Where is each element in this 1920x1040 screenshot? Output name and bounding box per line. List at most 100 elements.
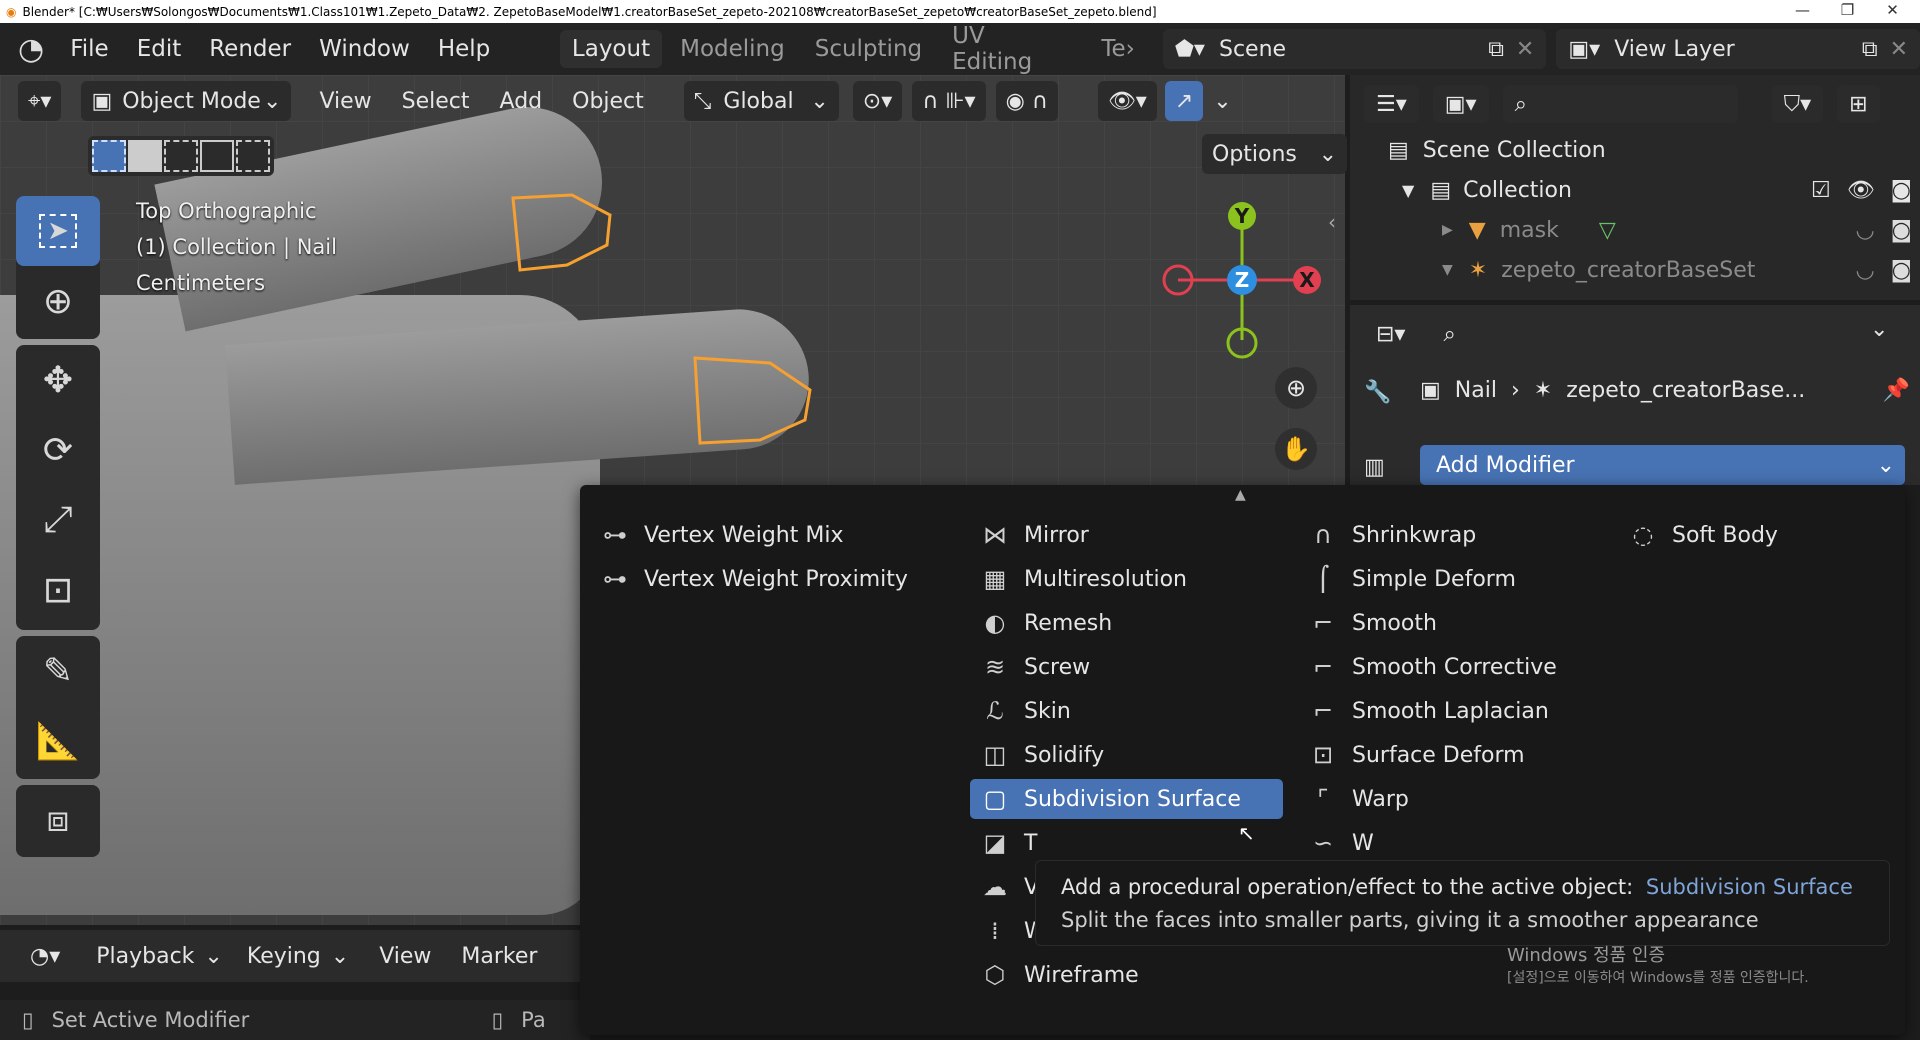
measure-tool[interactable]: 📐 bbox=[16, 706, 100, 776]
rotate-tool[interactable]: ⟳ bbox=[16, 415, 100, 485]
transform-tool[interactable]: ⊡ bbox=[16, 555, 100, 625]
menu-item-mirror[interactable]: ⋈ Mirror bbox=[980, 515, 1089, 555]
sidebar-toggle-icon[interactable]: ‹ bbox=[1328, 210, 1336, 234]
menu-item-surface-deform[interactable]: ⊡ Surface Deform bbox=[1308, 735, 1525, 775]
menu-item-vertex-weight-mix[interactable]: ⊶ Vertex Weight Mix bbox=[600, 515, 843, 555]
scale-tool[interactable]: ⤢ bbox=[16, 485, 100, 555]
hidden-eye-icon[interactable]: ◡ bbox=[1855, 218, 1874, 243]
mode-selector[interactable]: ▣ Object Mode ⌄ bbox=[81, 81, 292, 121]
expand-arrow-icon[interactable]: ▼ bbox=[1442, 262, 1453, 278]
menu-window[interactable]: Window bbox=[305, 36, 424, 62]
menu-item-smooth-laplacian[interactable]: ⌐ Smooth Laplacian bbox=[1308, 691, 1549, 731]
eye-icon[interactable]: 👁 bbox=[1847, 178, 1875, 203]
outliner-search-input[interactable]: ⌕ bbox=[1502, 85, 1738, 123]
camera-icon[interactable]: ◙ bbox=[1891, 178, 1912, 203]
pin-icon[interactable]: 📌 bbox=[1883, 378, 1910, 403]
new-view-layer-icon[interactable]: ⧉ bbox=[1862, 37, 1878, 62]
viewport-menu-add[interactable]: Add bbox=[490, 81, 553, 121]
outliner-display-mode[interactable]: ▣▾ bbox=[1432, 85, 1489, 123]
new-scene-icon[interactable]: ⧉ bbox=[1488, 37, 1504, 62]
select-new-icon[interactable] bbox=[92, 140, 126, 172]
menu-item-solidify[interactable]: ◫ Solidify bbox=[980, 735, 1104, 775]
timeline-menu-playback[interactable]: Playback ⌄ bbox=[86, 936, 233, 976]
select-extend-icon[interactable] bbox=[128, 140, 162, 172]
visibility-button[interactable]: 👁▾ bbox=[1097, 81, 1157, 121]
scene-selector[interactable]: ⬟▾ Scene ⧉ ✕ bbox=[1162, 29, 1547, 69]
properties-options-dropdown[interactable]: ⌄ bbox=[1870, 317, 1888, 342]
outliner-filter[interactable]: ⛉▾ bbox=[1771, 85, 1824, 123]
viewport-menu-object[interactable]: Object bbox=[562, 81, 654, 121]
outliner-row-collection[interactable]: ▼ ▤ Collection ☑ 👁 ◙ bbox=[1402, 170, 1912, 210]
move-tool[interactable]: ✥ bbox=[16, 345, 100, 415]
maximize-button[interactable]: ❐ bbox=[1825, 0, 1870, 23]
new-collection-button[interactable]: ⊞ bbox=[1837, 85, 1880, 123]
menu-item-skin[interactable]: ℒ Skin bbox=[980, 691, 1070, 731]
close-window-button[interactable]: ✕ bbox=[1870, 0, 1915, 23]
pivot-point-button[interactable]: ⊙▾ bbox=[852, 81, 903, 121]
outliner-row-creatorbaseset[interactable]: ▼ ✶ zepeto_creatorBaseSet ◡ ◙ bbox=[1442, 250, 1912, 290]
expand-arrow-icon[interactable]: ▼ bbox=[1402, 181, 1414, 200]
gizmo-dropdown[interactable]: ⌄ bbox=[1203, 81, 1241, 121]
properties-search-input[interactable]: ⌕ bbox=[1431, 315, 1662, 353]
menu-help[interactable]: Help bbox=[424, 36, 504, 62]
menu-item-shrinkwrap[interactable]: ∩ Shrinkwrap bbox=[1308, 515, 1476, 555]
menu-file[interactable]: File bbox=[56, 36, 123, 62]
hidden-eye-icon[interactable]: ◡ bbox=[1855, 258, 1874, 283]
camera-icon[interactable]: ◙ bbox=[1891, 258, 1912, 283]
properties-editor-type[interactable]: ⊟▾ bbox=[1364, 315, 1418, 353]
tab-sculpting[interactable]: Sculpting bbox=[803, 30, 934, 68]
menu-item-remesh[interactable]: ◐ Remesh bbox=[980, 603, 1113, 643]
select-box-tool[interactable]: ➤ bbox=[16, 196, 100, 266]
delete-view-layer-icon[interactable]: ✕ bbox=[1890, 37, 1908, 62]
delete-scene-icon[interactable]: ✕ bbox=[1516, 37, 1534, 62]
viewport-menu-view[interactable]: View bbox=[309, 81, 381, 121]
wrench-tab-icon[interactable]: 🔧 bbox=[1364, 380, 1391, 405]
snap-toggle[interactable]: ∩ ⊪▾ bbox=[912, 81, 986, 121]
add-modifier-button[interactable]: Add Modifier ⌄ bbox=[1420, 445, 1905, 485]
tab-texture-paint[interactable]: Te› bbox=[1089, 30, 1147, 68]
menu-item-screw[interactable]: ≋ Screw bbox=[980, 647, 1090, 687]
menu-item-warp[interactable]: ⌜ Warp bbox=[1308, 779, 1408, 819]
menu-item-wave[interactable]: ∽ W bbox=[1308, 823, 1374, 863]
menu-render[interactable]: Render bbox=[195, 36, 305, 62]
viewport-menu-select[interactable]: Select bbox=[392, 81, 480, 121]
menu-item-vertex-weight-proximity[interactable]: ⊶ Vertex Weight Proximity bbox=[600, 559, 908, 599]
cursor-tool[interactable]: ⊕ bbox=[16, 266, 100, 336]
select-intersect-icon[interactable] bbox=[236, 140, 270, 172]
menu-item-simple-deform[interactable]: ⌠ Simple Deform bbox=[1308, 559, 1516, 599]
camera-icon[interactable]: ◙ bbox=[1891, 218, 1912, 243]
orientation-selector[interactable]: ⤡ Global ⌄ bbox=[683, 81, 839, 121]
menu-item-subdivision-surface[interactable]: ▢ Subdivision Surface bbox=[970, 779, 1283, 819]
editor-type-button[interactable]: ⌖▾ bbox=[18, 81, 62, 121]
timeline-menu-keying[interactable]: Keying ⌄ bbox=[236, 936, 360, 976]
proportional-editing-toggle[interactable]: ◉ ∩ bbox=[995, 81, 1058, 121]
menu-item-smooth-corrective[interactable]: ⌐ Smooth Corrective bbox=[1308, 647, 1557, 687]
gizmo-toggle[interactable]: ↗ bbox=[1164, 81, 1204, 121]
tool-tab-icon[interactable]: ▥ bbox=[1364, 455, 1385, 480]
scroll-up-arrow-icon[interactable]: ▲ bbox=[1235, 487, 1246, 503]
select-subtract-icon[interactable] bbox=[164, 140, 198, 172]
menu-item-triangulate[interactable]: ◪ T bbox=[980, 823, 1038, 863]
expand-arrow-icon[interactable]: ▶ bbox=[1442, 222, 1453, 238]
menu-item-soft-body[interactable]: ◌ Soft Body bbox=[1628, 515, 1778, 555]
annotate-tool[interactable]: ✎ bbox=[16, 636, 100, 706]
outliner-row-mask[interactable]: ▶ ▼ mask ▽ ◡ ◙ bbox=[1442, 210, 1912, 250]
tab-modeling[interactable]: Modeling bbox=[668, 30, 797, 68]
menu-edit[interactable]: Edit bbox=[123, 36, 196, 62]
select-invert-icon[interactable] bbox=[200, 140, 234, 172]
outliner-editor-type[interactable]: ☰▾ bbox=[1364, 85, 1419, 123]
zoom-button[interactable]: ⊕ bbox=[1275, 367, 1317, 409]
blender-menu-icon[interactable]: ◔ bbox=[0, 32, 56, 67]
add-cube-tool[interactable]: ⧈ bbox=[16, 785, 100, 855]
tab-layout[interactable]: Layout bbox=[559, 30, 663, 68]
menu-item-wireframe[interactable]: ⬡ Wireframe bbox=[980, 955, 1139, 995]
view-layer-selector[interactable]: ▣▾ View Layer ⧉ ✕ bbox=[1556, 29, 1920, 69]
menu-item-volume-to-mesh[interactable]: ☁ V bbox=[980, 867, 1039, 907]
tab-uv-editing[interactable]: UV Editing bbox=[940, 17, 1083, 81]
checkbox-icon[interactable]: ☑ bbox=[1811, 178, 1831, 203]
outliner-row-scene-collection[interactable]: ▤ Scene Collection bbox=[1388, 130, 1606, 170]
menu-item-smooth[interactable]: ⌐ Smooth bbox=[1308, 603, 1437, 643]
timeline-editor-type[interactable]: ◔▾ bbox=[18, 936, 73, 976]
pan-button[interactable]: ✋ bbox=[1275, 428, 1317, 470]
minimize-button[interactable]: — bbox=[1780, 0, 1825, 23]
